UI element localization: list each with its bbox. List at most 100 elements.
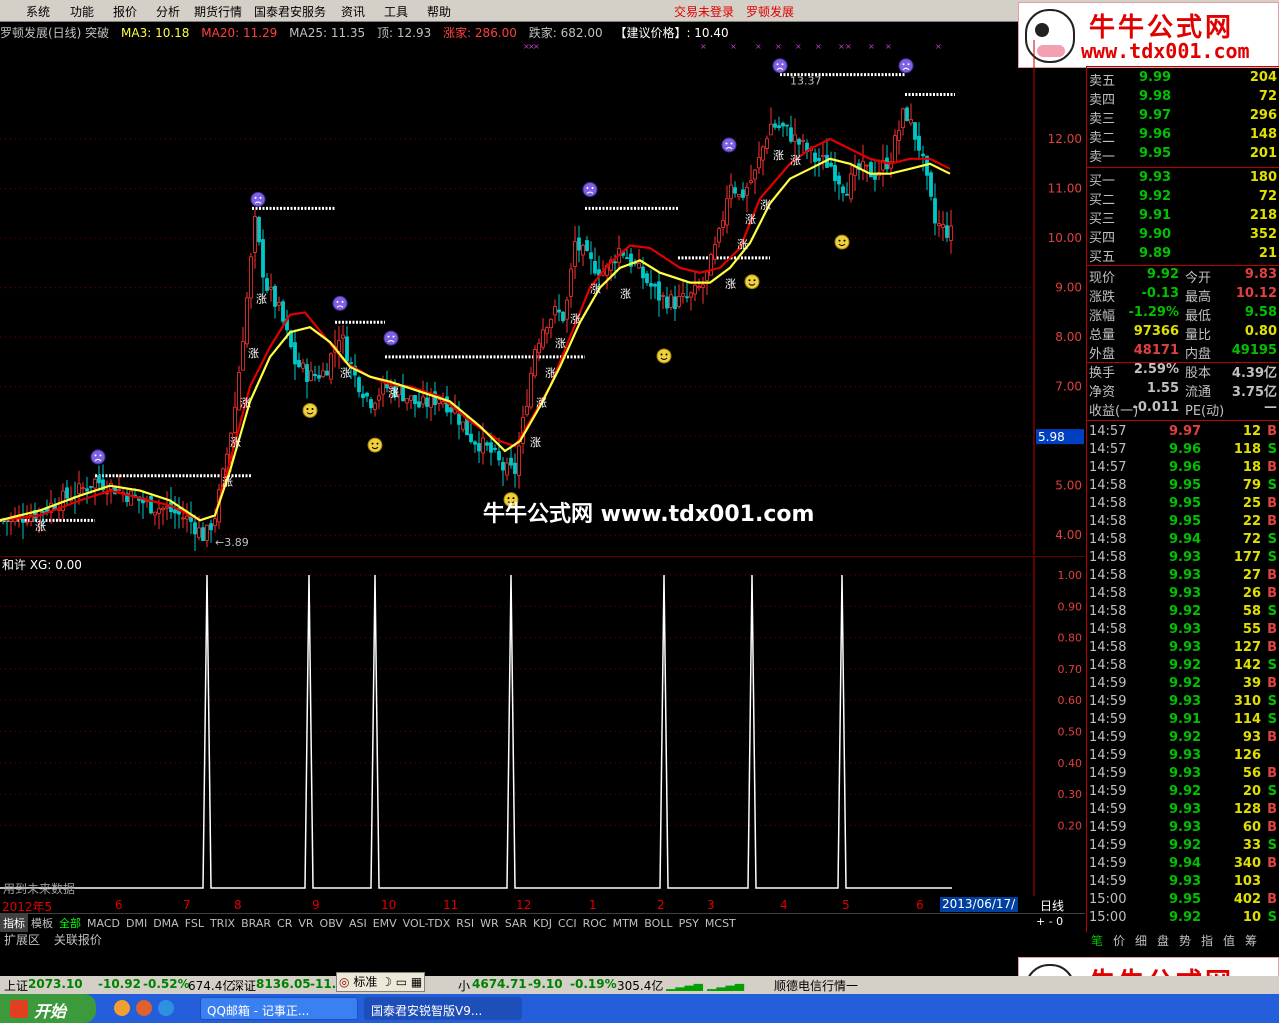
candle-body: [737, 194, 741, 198]
menu-help[interactable]: 帮助: [427, 3, 451, 20]
candle-body: [761, 146, 765, 161]
price-chart[interactable]: 12.0011.0010.009.008.007.006.005.004.005…: [0, 40, 1085, 555]
indicator-tab[interactable]: RSI: [453, 916, 477, 931]
tick-time: 14:58: [1089, 640, 1127, 655]
quote-tab[interactable]: 价: [1108, 932, 1130, 949]
tab-controls[interactable]: + - 0: [1036, 915, 1063, 928]
stat-value-1: 97366: [1133, 324, 1179, 339]
candle-body: [769, 123, 773, 136]
tick-price: 9.96: [1169, 442, 1202, 457]
tab-related-quote[interactable]: 关联报价: [54, 933, 102, 947]
server-name[interactable]: 顺德电信行情一: [774, 977, 858, 994]
price-tick-label: 8.00: [1055, 330, 1082, 344]
zhang-signal-label: 涨: [388, 387, 399, 400]
indicator-tab[interactable]: BRAR: [238, 916, 274, 931]
sell-level[interactable]: 卖二 9.96 148: [1089, 127, 1279, 146]
indicator-tab[interactable]: DMI: [123, 916, 150, 931]
indicator-tab[interactable]: OBV: [317, 916, 346, 931]
indicator-tab[interactable]: SAR: [502, 916, 530, 931]
tick-direction: B: [1267, 568, 1277, 583]
indicator-tab[interactable]: MCST: [702, 916, 739, 931]
indicator-tab[interactable]: KDJ: [530, 916, 555, 931]
menu-news[interactable]: 资讯: [341, 3, 365, 20]
tick-volume: 55: [1242, 622, 1261, 637]
indicator-tab[interactable]: VR: [295, 916, 316, 931]
quote-tab[interactable]: 盘: [1152, 932, 1174, 949]
indicator-tab[interactable]: 指标: [0, 914, 28, 932]
buy-level[interactable]: 买四 9.90 352: [1089, 227, 1279, 246]
tick-time: 14:58: [1089, 496, 1127, 511]
app-k-icon[interactable]: [158, 1000, 174, 1016]
sell-level[interactable]: 卖四 9.98 72: [1089, 89, 1279, 108]
quote-tab[interactable]: 筹: [1240, 932, 1262, 949]
moon-icon[interactable]: ☽: [381, 975, 392, 989]
quote-tab[interactable]: 笔: [1086, 932, 1108, 949]
grid-icon[interactable]: ▦: [411, 975, 422, 989]
candle-body: [209, 523, 213, 531]
date-label: 9: [312, 898, 320, 912]
buy-level[interactable]: 买一 9.93 180: [1089, 170, 1279, 189]
indicator-tab[interactable]: MACD: [84, 916, 123, 931]
period-label[interactable]: 日线: [1040, 897, 1064, 914]
tick-row: 14:57 9.96 18 B: [1089, 460, 1279, 478]
quote-tab[interactable]: 指: [1196, 932, 1218, 949]
sell-level[interactable]: 卖一 9.95 201: [1089, 146, 1279, 165]
tick-volume: 114: [1233, 712, 1261, 727]
tick-row: 14:59 9.93 103: [1089, 874, 1279, 892]
menu-system[interactable]: 系统: [26, 3, 50, 20]
buy-level[interactable]: 买三 9.91 218: [1089, 208, 1279, 227]
indicator-tab[interactable]: 模板: [28, 914, 56, 932]
sell-signal-icon: [250, 191, 266, 207]
indicator-tab[interactable]: VOL-TDX: [400, 916, 454, 931]
tick-time: 14:58: [1089, 604, 1127, 619]
candle-body: [873, 173, 877, 180]
candle-body: [753, 169, 757, 180]
trade-status[interactable]: 交易未登录: [674, 3, 734, 20]
indicator-tab[interactable]: WR: [477, 916, 502, 931]
indicator-tab[interactable]: CCI: [555, 916, 580, 931]
quote-tab[interactable]: 细: [1130, 932, 1152, 949]
task-gtja[interactable]: 国泰君安锐智版V9...: [364, 997, 522, 1020]
candle-body: [41, 511, 45, 513]
indicator-tab[interactable]: ASI: [346, 916, 370, 931]
menu-function[interactable]: 功能: [70, 3, 94, 20]
chat-icon[interactable]: ▭: [396, 975, 407, 989]
indicator-tab[interactable]: EMV: [370, 916, 400, 931]
indicator-chart[interactable]: 1.00 0.90 0.80 0.70 0.60 0.50 0.40 0.30 0.20: [0, 556, 1085, 896]
mode-icon[interactable]: ◎: [339, 975, 349, 989]
indicator-tab[interactable]: FSL: [182, 916, 207, 931]
firefox-icon[interactable]: [136, 1000, 152, 1016]
candle-body: [305, 364, 309, 382]
tick-direction: B: [1267, 892, 1277, 907]
indicator-tab[interactable]: PSY: [676, 916, 702, 931]
indicator-tab[interactable]: ROC: [580, 916, 610, 931]
indicator-tab[interactable]: 全部: [56, 914, 84, 932]
small-label: 小: [458, 979, 471, 993]
indicator-tab[interactable]: DMA: [150, 916, 182, 931]
quote-tab[interactable]: 势: [1174, 932, 1196, 949]
indicator-tab[interactable]: BOLL: [641, 916, 675, 931]
menu-analysis[interactable]: 分析: [156, 3, 180, 20]
buy-signal-icon: [656, 348, 672, 364]
menu-futures[interactable]: 期货行情: [194, 3, 242, 20]
candle-body: [457, 413, 461, 425]
candle-body: [149, 496, 153, 514]
ie-icon[interactable]: [114, 1000, 130, 1016]
candle-body: [793, 134, 797, 142]
tick-time: 14:58: [1089, 586, 1127, 601]
indicator-tab[interactable]: MTM: [610, 916, 642, 931]
buy-level[interactable]: 买五 9.89 21: [1089, 246, 1279, 265]
sell-level[interactable]: 卖五 9.99 204: [1089, 70, 1279, 89]
menu-quote[interactable]: 报价: [113, 3, 137, 20]
sell-level[interactable]: 卖三 9.97 296: [1089, 108, 1279, 127]
buy-level[interactable]: 买二 9.92 72: [1089, 189, 1279, 208]
quote-tab[interactable]: 值: [1218, 932, 1240, 949]
indicator-tab[interactable]: CR: [274, 916, 295, 931]
mode-button[interactable]: 标准: [353, 975, 377, 989]
tick-price: 9.93: [1169, 568, 1202, 583]
tab-expand-area[interactable]: 扩展区: [4, 933, 40, 947]
task-qq-mail[interactable]: QQ邮箱 - 记事正...: [200, 997, 358, 1020]
menu-tools[interactable]: 工具: [384, 3, 408, 20]
indicator-tab[interactable]: TRIX: [207, 916, 238, 931]
menu-gtja-service[interactable]: 国泰君安服务: [254, 3, 326, 20]
